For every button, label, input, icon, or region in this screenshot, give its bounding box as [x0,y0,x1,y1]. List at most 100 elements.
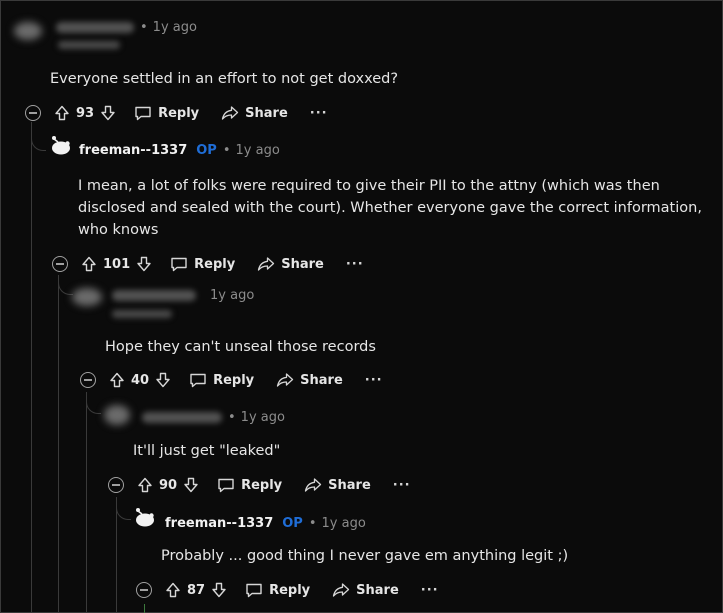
share-arrow-icon [333,583,350,597]
comment-actions: 87 Reply Share ··· [136,578,439,602]
reply-label: Reply [194,256,236,272]
reply-button[interactable]: Reply [217,477,282,493]
comment-actions: 40 Reply Share ··· [80,368,383,392]
downvote-icon[interactable] [136,256,152,272]
share-arrow-icon [277,373,294,387]
body-line: disclosed and sealed with the court). Wh… [78,200,702,216]
share-button[interactable]: Share [257,256,324,272]
vote-count: 87 [187,582,206,598]
reply-label: Reply [158,105,200,121]
more-options-button[interactable]: ··· [365,373,383,388]
op-badge: OP [196,142,217,158]
share-button[interactable]: Share [276,372,343,388]
comment-actions: 90 Reply Share ··· [108,473,411,497]
collapse-icon[interactable] [52,256,68,272]
reply-button[interactable]: Reply [170,256,235,272]
separator-dot: • [140,19,148,35]
timestamp[interactable]: 1y ago [322,516,366,531]
user-flair-redacted [112,310,172,318]
share-label: Share [281,256,324,272]
avatar[interactable] [14,22,42,40]
comment-meta: freeman--1337 OP • 1y ago [79,140,280,160]
comment-body: Everyone settled in an effort to not get… [50,71,399,87]
share-button[interactable]: Share [304,477,371,493]
snoo-avatar-icon[interactable] [48,133,72,157]
thread-line-level-2[interactable] [58,275,59,612]
reply-label: Reply [241,477,283,493]
reply-bubble-icon [171,257,187,272]
comment-actions: 93 Reply Share ··· [25,101,328,125]
share-arrow-icon [305,478,322,492]
vote-count: 90 [159,477,178,493]
collapse-icon[interactable] [108,477,124,493]
username-redacted[interactable] [56,21,134,33]
thread-line-level-1[interactable] [31,122,32,612]
share-label: Share [328,477,371,493]
reply-button[interactable]: Reply [245,582,310,598]
collapse-icon[interactable] [136,582,152,598]
timestamp[interactable]: 1y ago [236,143,280,158]
username[interactable]: freeman--1337 [79,143,187,158]
share-arrow-icon [258,257,275,271]
share-label: Share [300,372,343,388]
reply-bubble-icon [218,478,234,493]
upvote-icon[interactable] [137,477,153,493]
downvote-icon[interactable] [155,372,171,388]
downvote-icon[interactable] [183,477,199,493]
thread-line-level-3[interactable] [86,392,87,612]
op-badge: OP [282,515,303,531]
reply-bubble-icon [190,373,206,388]
share-label: Share [245,105,288,121]
share-button[interactable]: Share [221,105,288,121]
username-redacted[interactable] [142,411,222,423]
upvote-icon[interactable] [165,582,181,598]
user-flair-redacted [58,41,120,49]
share-button[interactable]: Share [332,582,399,598]
body-line: I mean, a lot of folks were required to … [78,178,660,194]
downvote-icon[interactable] [211,582,227,598]
comment-meta: • 1y ago [142,407,285,427]
reply-bubble-icon [246,583,262,598]
reply-label: Reply [213,372,255,388]
separator-dot: • [222,142,231,158]
collapse-icon[interactable] [25,105,41,121]
more-options-button[interactable]: ··· [421,583,439,598]
reply-label: Reply [269,582,311,598]
more-options-button[interactable]: ··· [393,478,411,493]
timestamp[interactable]: 1y ago [210,288,254,303]
more-options-button[interactable]: ··· [310,106,328,121]
downvote-icon[interactable] [100,105,116,121]
separator-dot: • [228,409,236,425]
reply-button[interactable]: Reply [189,372,254,388]
username[interactable]: freeman--1337 [165,516,273,531]
body-line: who knows [78,222,159,238]
comment-body: Probably ... good thing I never gave em … [161,548,569,564]
avatar[interactable] [104,405,130,425]
username-redacted[interactable] [112,289,196,301]
timestamp[interactable]: 1y ago [241,410,285,425]
comment-meta: • 1y ago [56,17,197,37]
comment-meta: freeman--1337 OP • 1y ago [165,513,366,533]
vote-count: 40 [131,372,150,388]
more-options-button[interactable]: ··· [346,257,364,272]
timestamp[interactable]: 1y ago [153,20,197,35]
comment-body: It'll just get "leaked" [133,443,281,459]
upvote-icon[interactable] [109,372,125,388]
upvote-icon[interactable] [81,256,97,272]
snoo-avatar-icon[interactable] [132,505,156,529]
comment-actions: 101 Reply Share ··· [52,252,364,276]
vote-count: 101 [103,256,131,272]
comment-body: Hope they can't unseal those records [105,339,376,355]
collapse-icon[interactable] [80,372,96,388]
comment-body: I mean, a lot of folks were required to … [78,175,702,241]
comment-meta: 1y ago [112,285,254,305]
avatar[interactable] [72,288,102,306]
upvote-icon[interactable] [54,105,70,121]
reply-button[interactable]: Reply [134,105,199,121]
share-label: Share [356,582,399,598]
share-arrow-icon [222,106,239,120]
thread-line-level-5[interactable] [144,604,145,613]
vote-count: 93 [76,105,95,121]
reply-bubble-icon [135,106,151,121]
separator-dot: • [308,515,317,531]
